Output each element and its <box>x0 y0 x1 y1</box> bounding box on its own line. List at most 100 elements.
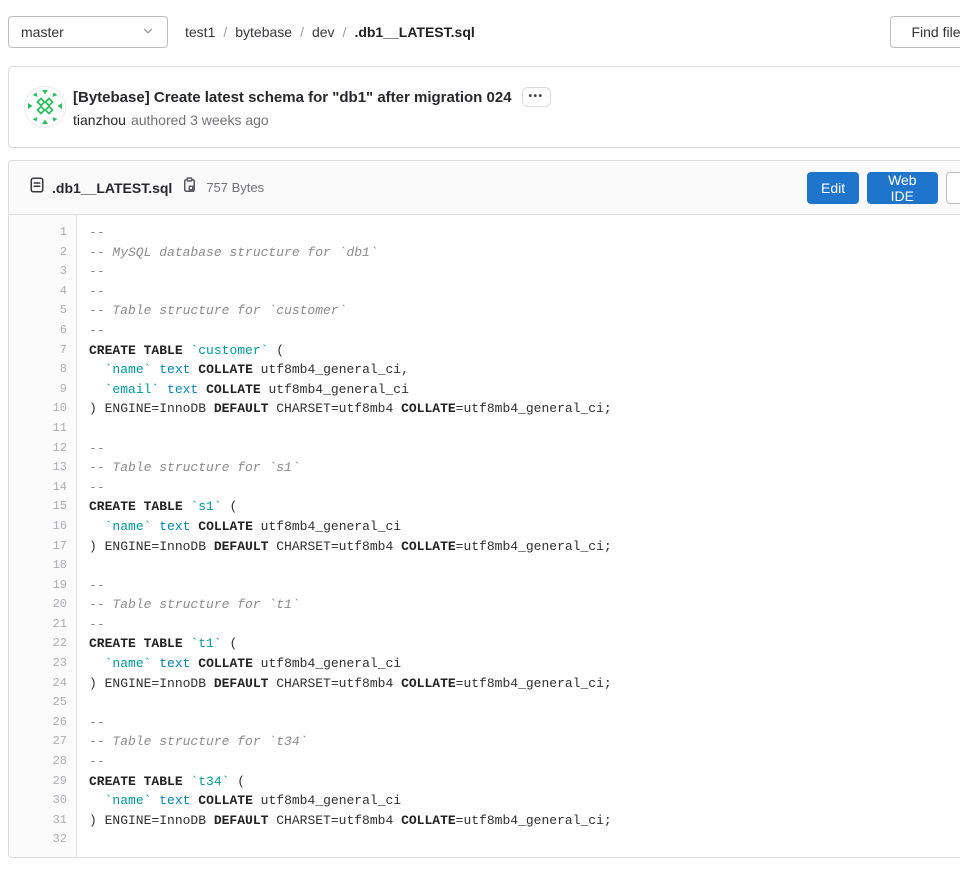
line-number[interactable]: 17 <box>9 537 77 557</box>
code-line-row: 14-- <box>9 478 960 498</box>
line-number[interactable]: 32 <box>9 830 77 850</box>
line-number[interactable]: 31 <box>9 811 77 831</box>
line-number[interactable]: 9 <box>9 380 77 400</box>
code-line: -- <box>77 282 105 302</box>
code-line-row: 5-- Table structure for `customer` <box>9 301 960 321</box>
code-line: -- <box>77 439 105 459</box>
code-line-row: 24) ENGINE=InnoDB DEFAULT CHARSET=utf8mb… <box>9 674 960 694</box>
line-number[interactable]: 28 <box>9 752 77 772</box>
code-line: -- Table structure for `t1` <box>77 595 300 615</box>
line-number[interactable]: 16 <box>9 517 77 537</box>
copy-path-icon[interactable] <box>182 177 197 198</box>
code-line: -- <box>77 713 105 733</box>
breadcrumb-item[interactable]: bytebase <box>235 24 292 40</box>
code-line-row: 4-- <box>9 282 960 302</box>
code-line-row: 27-- Table structure for `t34` <box>9 732 960 752</box>
line-number[interactable]: 15 <box>9 497 77 517</box>
code-line: ) ENGINE=InnoDB DEFAULT CHARSET=utf8mb4 … <box>77 811 612 831</box>
code-line-row: 22CREATE TABLE `t1` ( <box>9 634 960 654</box>
line-number[interactable]: 24 <box>9 674 77 694</box>
code-line-row: 11 <box>9 419 960 439</box>
code-line-row: 16 `name` text COLLATE utf8mb4_general_c… <box>9 517 960 537</box>
code-line: -- <box>77 223 105 243</box>
code-line: ) ENGINE=InnoDB DEFAULT CHARSET=utf8mb4 … <box>77 399 612 419</box>
web-ide-button[interactable]: Web IDE <box>867 172 937 204</box>
line-number[interactable]: 8 <box>9 360 77 380</box>
code-line: -- Table structure for `s1` <box>77 458 300 478</box>
line-number[interactable]: 5 <box>9 301 77 321</box>
file-actions: Edit Web IDE <box>807 172 960 204</box>
find-file-button[interactable]: Find file <box>890 16 960 48</box>
breadcrumb-separator: / <box>223 24 227 40</box>
commit-author-link[interactable]: tianzhou <box>73 112 126 128</box>
line-number[interactable]: 26 <box>9 713 77 733</box>
code-line-row: 17) ENGINE=InnoDB DEFAULT CHARSET=utf8mb… <box>9 537 960 557</box>
code-line: CREATE TABLE `s1` ( <box>77 497 237 517</box>
edit-button[interactable]: Edit <box>807 172 859 204</box>
breadcrumb-item[interactable]: dev <box>312 24 335 40</box>
line-number[interactable]: 25 <box>9 693 77 713</box>
line-number[interactable]: 21 <box>9 615 77 635</box>
code-line-row: 30 `name` text COLLATE utf8mb4_general_c… <box>9 791 960 811</box>
code-line: CREATE TABLE `t1` ( <box>77 634 237 654</box>
branch-selector[interactable]: master <box>8 16 168 48</box>
line-number[interactable]: 23 <box>9 654 77 674</box>
code-line-row: 13-- Table structure for `s1` <box>9 458 960 478</box>
code-line-row: 23 `name` text COLLATE utf8mb4_general_c… <box>9 654 960 674</box>
line-number[interactable]: 27 <box>9 732 77 752</box>
code-line <box>77 556 89 576</box>
code-line: CREATE TABLE `t34` ( <box>77 772 245 792</box>
breadcrumb-item[interactable]: test1 <box>185 24 215 40</box>
code-line-row: 10) ENGINE=InnoDB DEFAULT CHARSET=utf8mb… <box>9 399 960 419</box>
code-line: `email` text COLLATE utf8mb4_general_ci <box>77 380 409 400</box>
line-number[interactable]: 6 <box>9 321 77 341</box>
code-line <box>77 419 89 439</box>
line-number[interactable]: 10 <box>9 399 77 419</box>
line-number[interactable]: 29 <box>9 772 77 792</box>
code-area: 1--2-- MySQL database structure for `db1… <box>9 215 960 857</box>
breadcrumb-file: .db1__LATEST.sql <box>354 24 474 40</box>
line-number[interactable]: 20 <box>9 595 77 615</box>
code-line: `name` text COLLATE utf8mb4_general_ci, <box>77 360 409 380</box>
line-number[interactable]: 14 <box>9 478 77 498</box>
line-number[interactable]: 11 <box>9 419 77 439</box>
code-line <box>77 830 89 850</box>
code-line-row: 2-- MySQL database structure for `db1` <box>9 243 960 263</box>
line-number[interactable]: 13 <box>9 458 77 478</box>
line-number[interactable]: 12 <box>9 439 77 459</box>
line-number[interactable]: 3 <box>9 262 77 282</box>
commit-title[interactable]: [Bytebase] Create latest schema for "db1… <box>73 89 512 106</box>
code-rows: 1--2-- MySQL database structure for `db1… <box>9 215 960 850</box>
code-line: `name` text COLLATE utf8mb4_general_ci <box>77 517 401 537</box>
code-line-row: 8 `name` text COLLATE utf8mb4_general_ci… <box>9 360 960 380</box>
code-line-row: 31) ENGINE=InnoDB DEFAULT CHARSET=utf8mb… <box>9 811 960 831</box>
code-line-row: 1-- <box>9 223 960 243</box>
line-number[interactable]: 7 <box>9 341 77 361</box>
line-number[interactable]: 2 <box>9 243 77 263</box>
code-line: -- <box>77 262 105 282</box>
line-number[interactable]: 19 <box>9 576 77 596</box>
line-number[interactable]: 4 <box>9 282 77 302</box>
line-number[interactable]: 30 <box>9 791 77 811</box>
line-number[interactable]: 22 <box>9 634 77 654</box>
last-commit-box: [Bytebase] Create latest schema for "db1… <box>8 66 960 148</box>
code-line: `name` text COLLATE utf8mb4_general_ci <box>77 654 401 674</box>
code-line-row: 9 `email` text COLLATE utf8mb4_general_c… <box>9 380 960 400</box>
code-line: -- <box>77 576 105 596</box>
code-line: -- Table structure for `customer` <box>77 301 346 321</box>
code-line-row: 3-- <box>9 262 960 282</box>
file-header: .db1__LATEST.sql 757 Bytes Edit Web IDE <box>9 161 960 215</box>
file-size: 757 Bytes <box>206 180 264 195</box>
code-line-row: 15CREATE TABLE `s1` ( <box>9 497 960 517</box>
code-line <box>77 693 89 713</box>
code-line-row: 18 <box>9 556 960 576</box>
file-name: .db1__LATEST.sql <box>52 180 172 196</box>
line-number[interactable]: 1 <box>9 223 77 243</box>
code-line: -- <box>77 752 105 772</box>
avatar[interactable] <box>24 86 66 128</box>
download-button-partial[interactable] <box>946 172 960 204</box>
repo-file-page: master test1/bytebase/dev/.db1__LATEST.s… <box>0 0 960 870</box>
line-number[interactable]: 18 <box>9 556 77 576</box>
code-line-row: 26-- <box>9 713 960 733</box>
commit-more-button[interactable]: ••• <box>522 87 551 107</box>
